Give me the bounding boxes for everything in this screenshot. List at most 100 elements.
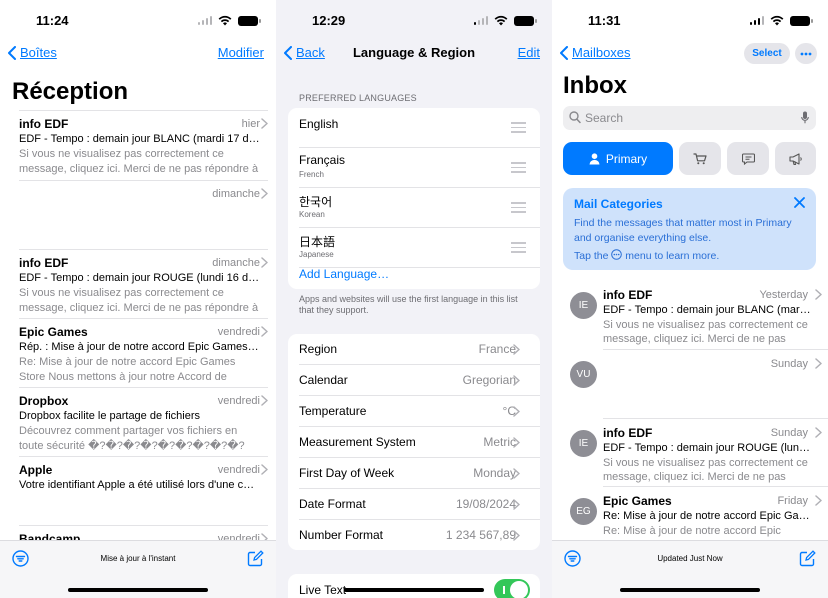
chevron-left-icon [8, 45, 16, 60]
list-item[interactable]: IE info EDF Yesterday EDF - Tempo : demain … [570, 288, 828, 350]
setting-row-measurement-system[interactable]: Measurement System Metric [299, 427, 540, 458]
setting-row-temperature[interactable]: Temperature °C [299, 396, 540, 427]
close-icon[interactable] [794, 197, 805, 208]
setting-row-number-format[interactable]: Number Format 1 234 567,89 [299, 520, 540, 550]
edit-button[interactable]: Modifier [218, 45, 264, 60]
edit-button[interactable]: Edit [518, 45, 540, 60]
chevron-right-icon [261, 257, 268, 268]
info-tip-suffix: menu to learn more. [625, 250, 720, 262]
add-language-button[interactable]: Add Language… [299, 267, 389, 281]
info-tip-prefix: Tap the [574, 250, 609, 262]
chevron-right-icon [513, 406, 520, 417]
language-row[interactable]: English [299, 108, 540, 148]
ellipsis-circle-icon [611, 249, 623, 260]
list-item[interactable]: Dropbox vendredi Dropbox facilite le parta… [19, 387, 268, 456]
status-time: 11:31 [588, 13, 621, 28]
update-status: Updated Just Now [657, 554, 723, 563]
wifi-icon [218, 15, 232, 26]
setting-row-region[interactable]: Region France [299, 334, 540, 365]
setting-row-calendar[interactable]: Calendar Gregorian [299, 365, 540, 396]
setting-value: France [478, 342, 516, 356]
setting-row-date-format[interactable]: Date Format 19/08/2024 [299, 489, 540, 520]
email-sender: info EDF [19, 117, 69, 131]
bottom-toolbar: Mise à jour à l'instant [0, 540, 276, 598]
list-item[interactable]: dimanche [19, 180, 268, 249]
row-separator [603, 349, 828, 350]
avatar: VU [570, 361, 597, 388]
reorder-handle-icon[interactable] [511, 242, 526, 256]
chevron-right-icon [815, 427, 822, 438]
more-button[interactable] [795, 43, 817, 64]
back-label: Mailboxes [572, 45, 631, 60]
email-subject: EDF - Tempo : demain jour BLANC (mardi 1… [19, 133, 260, 145]
compose-icon[interactable] [247, 550, 264, 567]
back-button[interactable]: Mailboxes [560, 45, 631, 60]
email-sender: info EDF [603, 288, 653, 302]
page-title: Inbox [563, 72, 627, 99]
language-region-screen: 12:29 Back Language & Region Edit PREFER… [276, 0, 552, 598]
home-indicator [68, 588, 208, 592]
microphone-icon[interactable] [801, 111, 809, 124]
reorder-handle-icon[interactable] [511, 162, 526, 176]
language-row[interactable]: 한국어 Korean [299, 188, 540, 228]
info-title: Mail Categories [574, 197, 663, 211]
list-item[interactable]: info EDF hier EDF - Tempo : demain jour BL… [19, 110, 268, 179]
cart-icon [693, 152, 707, 164]
avatar: IE [570, 430, 597, 457]
list-item[interactable]: Epic Games vendredi Rép. : Mise à jour de … [19, 318, 268, 387]
search-placeholder: Search [585, 111, 624, 125]
list-item[interactable]: Apple vendredi Votre identifiant Apple a é… [19, 456, 268, 525]
select-button[interactable]: Select [744, 43, 790, 64]
back-button[interactable]: Boîtes [8, 45, 57, 60]
reorder-handle-icon[interactable] [511, 202, 526, 216]
language-name: 한국어 [299, 195, 333, 209]
setting-value: Gregorian [462, 373, 516, 387]
bottom-toolbar: Updated Just Now [552, 540, 828, 598]
email-subject: Re: Mise à jour de notre accord Epic Gam… [603, 510, 816, 522]
language-row[interactable]: Français French [299, 148, 540, 188]
email-preview: Si vous ne visualisez pas correctement c… [603, 457, 808, 483]
language-subtitle: French [299, 170, 324, 179]
language-name: English [299, 117, 339, 131]
chevron-right-icon [513, 468, 520, 479]
setting-row-first-day-of-week[interactable]: First Day of Week Monday [299, 458, 540, 489]
email-date: hier [241, 118, 260, 130]
reorder-handle-icon[interactable] [511, 122, 526, 136]
list-item[interactable]: info EDF dimanche EDF - Tempo : demain jou… [19, 249, 268, 318]
category-primary-button[interactable]: Primary [563, 142, 673, 175]
compose-icon[interactable] [799, 550, 816, 567]
home-indicator [620, 588, 760, 592]
chevron-right-icon [513, 530, 520, 541]
live-text-label: Live Text [299, 583, 347, 597]
page-title: Réception [12, 78, 129, 105]
page-title: Language & Region [352, 45, 476, 60]
email-preview: Découvrez comment partager vos fichiers … [19, 425, 245, 452]
languages-group: English Français French 한국어 Korean 日本語 Japanes… [288, 108, 540, 289]
avatar: IE [570, 292, 597, 319]
person-icon [589, 152, 600, 164]
email-date: dimanche [212, 257, 260, 269]
category-transactions-button[interactable] [679, 142, 721, 175]
nav-bar: Back Language & Region Edit [276, 44, 552, 64]
live-text-row: Live Text [299, 574, 540, 598]
setting-value: 1 234 567,89 [445, 528, 516, 542]
add-language-row[interactable]: Add Language… [299, 267, 540, 289]
category-updates-button[interactable] [727, 142, 769, 175]
setting-value: 19/08/2024 [455, 497, 516, 511]
live-text-toggle[interactable] [494, 579, 530, 598]
setting-label: Calendar [299, 373, 348, 387]
status-time: 11:24 [36, 13, 69, 28]
language-row[interactable]: 日本語 Japanese [299, 228, 540, 268]
list-item[interactable]: IE info EDF Sunday EDF - Tempo : demain jou… [570, 418, 828, 488]
language-name: Français [299, 153, 346, 167]
back-label: Boîtes [20, 45, 57, 60]
email-sender: Epic Games [603, 494, 672, 508]
list-item[interactable]: VU Sunday [570, 349, 828, 419]
category-promotions-button[interactable] [775, 142, 816, 175]
chevron-left-icon [560, 45, 568, 60]
preferred-languages-header: PREFERRED LANGUAGES [299, 93, 417, 103]
email-sender: info EDF [603, 426, 653, 440]
chevron-right-icon [513, 375, 520, 386]
search-field[interactable]: Search [563, 106, 816, 130]
setting-label: Region [299, 342, 338, 356]
